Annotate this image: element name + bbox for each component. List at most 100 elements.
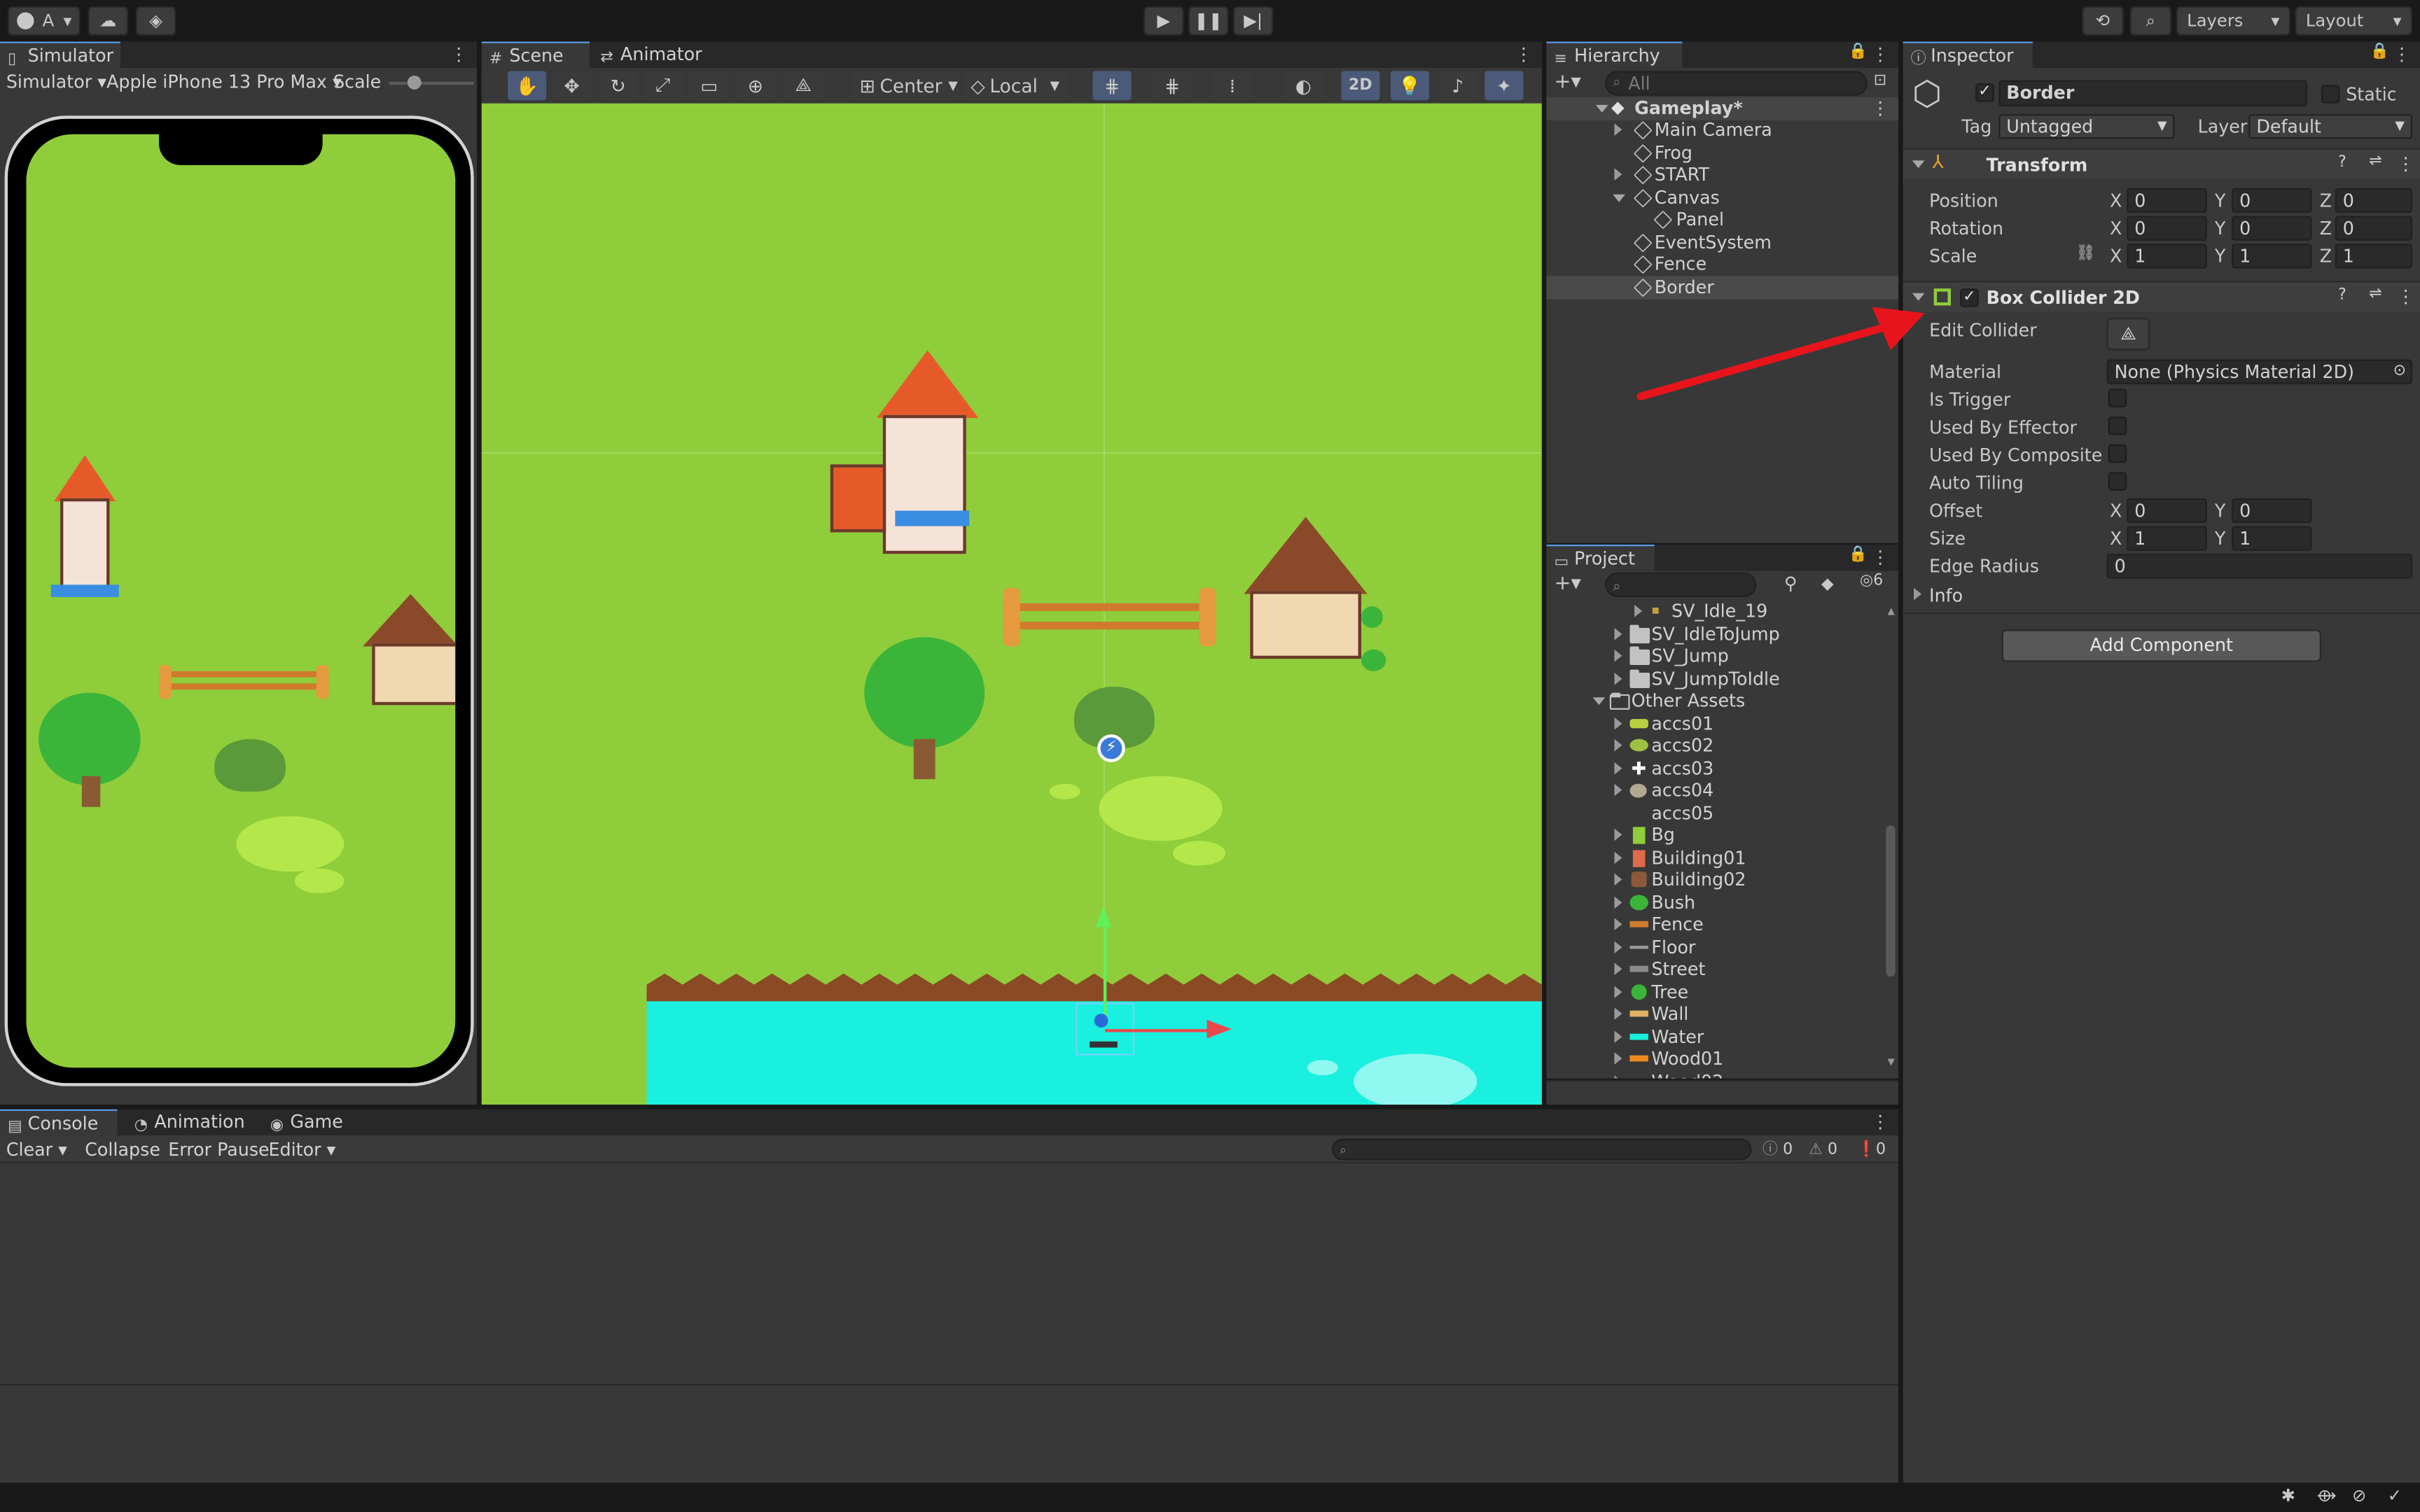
tab-game[interactable]: ◉ Game [263,1110,355,1135]
console-split-divider[interactable] [0,1384,1899,1386]
hierarchy-item-panel[interactable]: Panel [1546,209,1898,231]
info-foldout[interactable]: Info [1903,582,2420,606]
rotate-tool-icon[interactable]: ↻ [599,71,638,101]
snap-settings-icon[interactable]: ⋕ [1153,71,1192,101]
warning-count-toggle[interactable]: ⚠ 0 [1809,1137,1837,1163]
help-icon[interactable]: ? [2338,154,2346,171]
create-asset-button[interactable]: +▾ [1555,573,1581,596]
layout-dropdown[interactable]: Layout ▼ [2295,6,2412,36]
hierarchy-item-start[interactable]: START [1546,164,1898,186]
pause-button[interactable]: ❚❚ [1188,6,1229,36]
more-menu-icon[interactable]: ⋮ [1871,97,1889,120]
pivot-handle[interactable] [1094,1014,1108,1028]
hierarchy-item-eventsystem[interactable]: EventSystem [1546,232,1898,254]
audio-icon[interactable]: ♪ [1438,71,1477,101]
tab-scene[interactable]: # Scene [481,41,590,68]
layers-dropdown[interactable]: Layers ▼ [2176,6,2290,36]
axis-x-label[interactable]: X [2110,500,2122,522]
material-field[interactable]: None (Physics Material 2D) ⊙ [2106,359,2412,384]
tab-inspector[interactable]: ⓘ Inspector [1903,41,2033,68]
preset-icon[interactable]: ⇌ [2369,286,2381,302]
toggle-2d-button[interactable]: 2D [1341,71,1380,101]
edit-collider-button[interactable]: ⟁ [2106,318,2150,351]
hierarchy-item-border[interactable]: Border [1546,276,1899,299]
simulator-mode-dropdown[interactable]: Simulator ▾ [6,69,106,95]
draw-mode-icon[interactable]: ◐ [1284,71,1323,101]
more-menu-icon[interactable]: ⋮ [1515,43,1532,65]
clear-button[interactable]: Clear ▾ [6,1137,67,1163]
x-axis-handle[interactable] [1105,1029,1214,1032]
check-icon[interactable]: ✓ [2388,1486,2402,1506]
scale-x-field[interactable]: 1 [2127,244,2207,269]
axis-y-label[interactable]: Y [2215,218,2225,239]
collab-icon[interactable]: ◈ [135,6,176,36]
hidden-packages-icon[interactable]: ◎6 [1860,573,1883,589]
more-menu-icon[interactable]: ⋮ [450,43,467,65]
history-icon[interactable]: ⟲ [2082,6,2124,36]
collapse-icon[interactable] [1912,160,1925,169]
scale-slider[interactable] [389,75,474,90]
scale-tool-icon[interactable]: ⤢ [644,71,683,101]
expand-icon[interactable] [1914,587,1922,601]
auto-tiling-checkbox[interactable] [2108,472,2127,491]
phone-game-view[interactable] [26,134,456,1068]
rotation-x-field[interactable]: 0 [2127,216,2207,241]
axis-z-label[interactable]: Z [2320,190,2332,211]
axis-z-label[interactable]: Z [2320,218,2332,239]
network-icon[interactable]: ⟴ [2316,1486,2336,1506]
search-icon[interactable]: ⌕ [2129,6,2172,36]
search-by-type-icon[interactable]: ⚲ [1784,573,1797,594]
position-y-field[interactable]: 0 [2232,188,2312,214]
rect-tool-icon[interactable]: ▭ [690,71,729,101]
lighting-icon[interactable]: 💡 [1390,71,1429,101]
constrain-proportions-icon[interactable]: ⛓ [2075,245,2095,262]
tab-console[interactable]: ▤ Console [0,1109,118,1136]
offset-x-field[interactable]: 0 [2127,498,2207,524]
hierarchy-search-input[interactable]: ⌕ All [1605,71,1868,96]
offset-y-field[interactable]: 0 [2232,498,2312,524]
cloud-icon[interactable]: ☁ [88,6,128,36]
collapse-button[interactable]: Collapse [85,1137,160,1163]
x-axis-arrow-icon[interactable] [1206,1019,1232,1039]
collider-enabled-checkbox[interactable]: ✓ [1960,288,1979,307]
space-local-dropdown[interactable]: ◇ Local ▼ [964,71,1067,101]
hierarchy-item-frog[interactable]: Frog [1546,142,1898,164]
more-menu-icon[interactable]: ⋮ [2393,43,2410,65]
position-x-field[interactable]: 0 [2127,188,2207,214]
y-axis-arrow-icon[interactable] [1095,905,1111,927]
tab-simulator[interactable]: ▯ Simulator [0,41,120,68]
size-y-field[interactable]: 1 [2232,526,2312,551]
move-tool-icon[interactable]: ✥ [552,71,592,101]
axis-y-label[interactable]: Y [2215,500,2225,522]
scene-root-row[interactable]: ◆ Gameplay* ⋮ [1546,97,1899,120]
grid-snap-icon[interactable]: ⋕ [1092,71,1132,101]
size-x-field[interactable]: 1 [2127,526,2207,551]
scale-slider-thumb[interactable] [407,75,422,90]
axis-x-label[interactable]: X [2110,190,2122,211]
more-menu-icon[interactable]: ⋮ [2397,286,2414,307]
preset-icon[interactable]: ⇌ [2369,153,2381,169]
active-checkbox[interactable]: ✓ [1975,83,1994,102]
scene-search-icon[interactable]: ⊡ [1874,73,1886,90]
tab-animator[interactable]: ⇄ Animator [592,42,716,68]
tab-animation[interactable]: ◔ Animation [127,1110,256,1135]
axis-z-label[interactable]: Z [2320,245,2332,267]
editor-dropdown[interactable]: Editor ▾ [269,1137,336,1163]
scroll-up-icon[interactable]: ▲ [1888,606,1895,617]
rotation-z-field[interactable]: 0 [2335,216,2412,241]
project-scrollbar[interactable]: ▲ ▼ [1883,600,1898,1068]
increment-snap-icon[interactable]: ⁞ [1213,71,1252,101]
tab-hierarchy[interactable]: ≡ Hierarchy [1546,41,1683,68]
cache-icon[interactable]: ⊘ [2352,1486,2366,1506]
more-menu-icon[interactable]: ⋮ [2397,153,2414,174]
tab-project[interactable]: ▭ Project [1546,545,1655,571]
error-pause-button[interactable]: Error Pause [168,1137,269,1163]
project-search-input[interactable]: ⌕ [1605,572,1757,597]
search-by-label-icon[interactable]: ⬥ [1821,573,1834,596]
error-count-toggle[interactable]: ❗0 [1857,1137,1886,1163]
scene-viewport[interactable]: ⚡ [481,103,1542,1105]
add-object-button[interactable]: +▾ [1555,71,1581,94]
hand-tool-icon[interactable]: ✋ [508,71,547,101]
play-button[interactable]: ▶ [1143,6,1184,36]
help-icon[interactable]: ? [2338,287,2346,304]
